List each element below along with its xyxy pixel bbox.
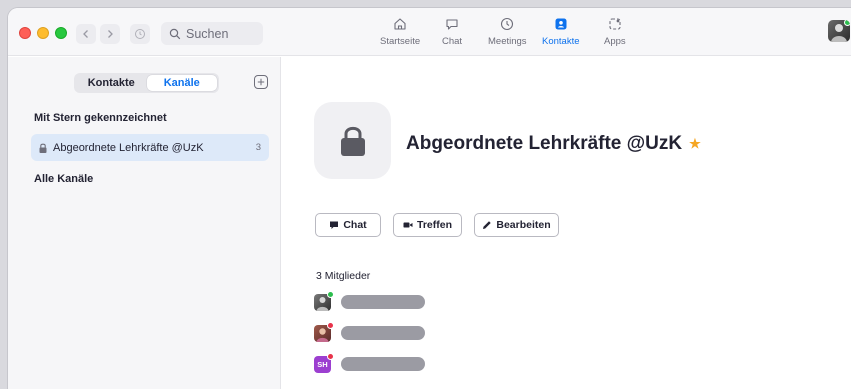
segment-kanaele[interactable]: Kanäle (146, 75, 217, 91)
busy-status-dot (327, 321, 334, 329)
member-name-redacted (341, 357, 425, 371)
pencil-icon (483, 221, 492, 229)
busy-status-dot (327, 352, 334, 360)
member-initials: SH (317, 359, 328, 369)
meet-button[interactable]: Treffen (393, 213, 462, 237)
member-avatar (314, 321, 334, 342)
chevron-right-icon (108, 30, 113, 38)
channel-member-count: 3 (255, 142, 261, 153)
history-clock-icon (135, 29, 145, 39)
close-window-button[interactable] (19, 27, 31, 39)
channel-name: Abgeordnete Lehrkräfte @UzK (53, 141, 204, 154)
meet-button-label: Treffen (416, 219, 452, 231)
members-count: 3 Mitglieder (316, 270, 371, 282)
star-icon[interactable]: ★ (689, 136, 701, 152)
tab-kontakte[interactable]: Kontakte (542, 14, 580, 52)
tab-label: Chat (442, 36, 463, 47)
channel-detail-panel: Abgeordnete Lehrkräfte @UzK ★ Chat Treff… (282, 57, 851, 389)
member-row[interactable] (314, 290, 425, 312)
member-name-redacted (341, 326, 425, 340)
edit-button[interactable]: Bearbeiten (474, 213, 559, 237)
lock-icon (340, 126, 365, 156)
channel-title-text: Abgeordnete Lehrkräfte @UzK (406, 133, 683, 154)
maximize-window-button[interactable] (55, 27, 67, 39)
search-placeholder: Suchen (186, 26, 229, 41)
tab-label: Meetings (488, 36, 527, 47)
tab-label: Startseite (380, 36, 421, 47)
chat-button[interactable]: Chat (315, 213, 381, 237)
tab-apps[interactable]: Apps (604, 14, 626, 52)
search-input[interactable]: Suchen (161, 22, 263, 45)
chat-icon (330, 221, 339, 229)
back-button[interactable] (76, 24, 96, 44)
chat-button-label: Chat (343, 219, 367, 231)
chat-bubble-icon (446, 19, 458, 30)
online-status-dot (844, 20, 850, 26)
sidebar: Kontakte Kanäle Mit Stern gekennzeichnet… (8, 57, 281, 389)
tab-label: Apps (604, 36, 626, 47)
starred-section-title: Mit Stern gekennzeichnet (34, 112, 167, 124)
online-status-dot (327, 290, 334, 298)
search-icon (169, 28, 181, 39)
all-channels-section-title[interactable]: Alle Kanäle (34, 173, 93, 185)
segmented-control: Kontakte Kanäle (74, 73, 219, 93)
member-avatar (314, 290, 334, 311)
edit-button-label: Bearbeiten (496, 219, 551, 231)
forward-button[interactable] (100, 24, 120, 44)
add-channel-icon[interactable] (254, 75, 268, 89)
app-window: Suchen Startseite Chat Meetings Kontakte… (8, 8, 851, 389)
member-avatar: SH (314, 352, 334, 373)
minimize-window-button[interactable] (37, 27, 49, 39)
apps-icon (609, 18, 621, 30)
home-icon (394, 18, 406, 30)
history-button[interactable] (130, 24, 150, 44)
chevron-left-icon (83, 30, 88, 38)
tab-label: Kontakte (542, 36, 580, 47)
title-bar: Suchen Startseite Chat Meetings Kontakte… (8, 8, 851, 56)
profile-avatar[interactable] (828, 20, 850, 42)
tab-chat[interactable]: Chat (442, 14, 462, 52)
lock-icon (39, 143, 47, 153)
tab-meetings[interactable]: Meetings (488, 14, 527, 52)
member-row[interactable] (314, 321, 425, 343)
contacts-icon (555, 18, 567, 30)
tab-startseite[interactable]: Startseite (380, 14, 420, 52)
channel-title: Abgeordnete Lehrkräfte @UzK ★ (406, 133, 701, 155)
member-name-redacted (341, 295, 425, 309)
channel-avatar (314, 102, 391, 179)
channel-row-starred[interactable]: Abgeordnete Lehrkräfte @UzK 3 (31, 134, 269, 161)
video-camera-icon (403, 222, 413, 228)
member-row[interactable]: SH (314, 352, 425, 374)
segment-kontakte[interactable]: Kontakte (76, 75, 147, 91)
clock-icon (501, 17, 514, 31)
